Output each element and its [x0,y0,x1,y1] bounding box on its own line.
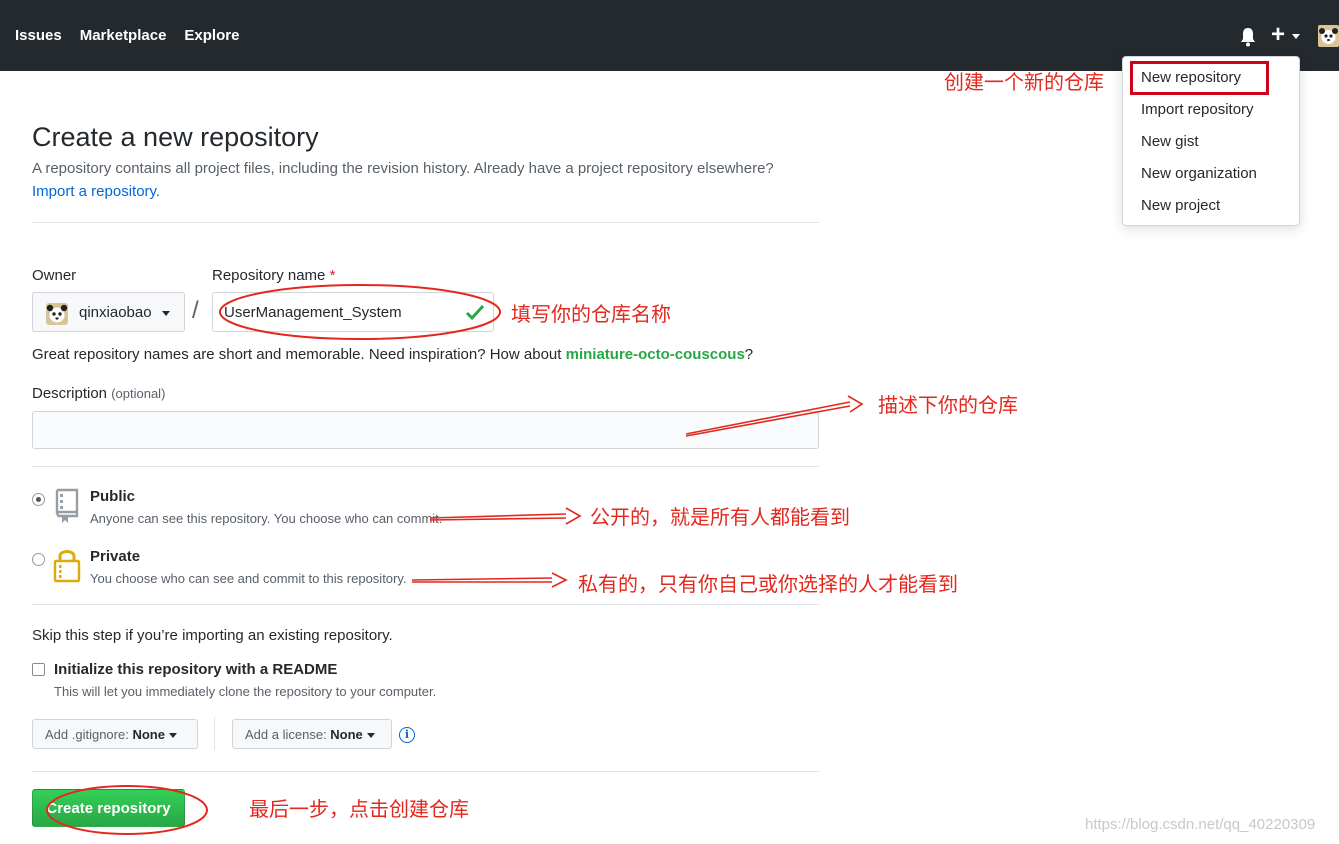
private-radio[interactable] [32,553,45,566]
license-select[interactable]: Add a license: None [232,719,392,749]
license-value: None [330,727,363,742]
optional-tag: (optional) [111,386,166,401]
owner-label: Owner [32,267,77,284]
annotation-create: 最后一步，点击创建仓库 [249,797,469,821]
public-radio[interactable] [32,493,45,506]
chevron-down-icon[interactable] [1292,34,1300,39]
create-repository-button[interactable]: Create repository [32,789,185,827]
required-mark: * [329,267,336,284]
owner-repo-separator: / [192,297,199,324]
private-note: You choose who can see and commit to thi… [90,571,407,586]
private-title: Private [90,548,141,565]
private-arrow [411,572,568,588]
description-label-text: Description [32,385,108,402]
info-icon[interactable]: i [399,727,415,743]
header-nav: Issues Marketplace Explore [15,27,257,44]
description-input[interactable] [32,411,819,449]
menu-item-new-gist[interactable]: New gist [1141,133,1199,150]
menu-item-new-repository[interactable]: New repository [1141,69,1241,86]
divider [32,771,819,772]
repo-name-label-text: Repository name [212,267,326,284]
page-title: Create a new repository [32,122,319,152]
nav-issues-link[interactable]: Issues [15,27,62,44]
gitignore-prefix: Add .gitignore: [45,727,133,742]
page-subtitle: A repository contains all project files,… [32,160,774,177]
annotation-new-repo: 创建一个新的仓库 [944,70,1104,94]
menu-item-new-project[interactable]: New project [1141,197,1220,214]
readme-checkbox[interactable] [32,663,45,676]
public-note: Anyone can see this repository. You choo… [90,511,443,526]
gitignore-select[interactable]: Add .gitignore: None [32,719,198,749]
plus-icon[interactable]: + [1271,23,1285,47]
check-icon [465,304,485,321]
import-repository-link[interactable]: Import a repository. [32,183,160,200]
repo-book-icon [55,488,79,523]
lock-icon [53,550,81,583]
skip-text: Skip this step if you’re importing an ex… [32,627,393,644]
nav-marketplace-link[interactable]: Marketplace [80,27,167,44]
public-title: Public [90,488,136,505]
owner-avatar [46,303,68,325]
watermark: https://blog.csdn.net/qq_40220309 [1085,816,1316,833]
divider [32,604,819,605]
avatar[interactable] [1318,25,1339,47]
bell-icon[interactable] [1239,27,1257,47]
readme-label[interactable]: Initialize this repository with a README [54,661,337,678]
menu-item-import-repository[interactable]: Import repository [1141,101,1254,118]
annotation-description: 描述下你的仓库 [878,393,1018,417]
owner-select[interactable]: qinxiaobao [32,292,185,332]
hint-suffix: ? [744,346,754,363]
public-arrow [429,507,582,525]
readme-note: This will let you immediately clone the … [54,684,437,699]
name-suggestion-link[interactable]: miniature-octo-couscous [566,346,745,363]
chevron-down-icon [162,311,170,316]
menu-item-new-organization[interactable]: New organization [1141,165,1257,182]
repository-name-input[interactable] [212,292,494,332]
license-prefix: Add a license: [245,727,331,742]
divider [32,222,819,223]
chevron-down-icon [366,733,375,739]
gitignore-value: None [132,727,165,742]
annotation-repo-name: 填写你的仓库名称 [511,302,671,326]
name-hint: Great repository names are short and mem… [32,346,753,363]
hint-prefix: Great repository names are short and mem… [32,346,566,363]
create-new-dropdown: New repository Import repository New gis… [1122,56,1300,226]
chevron-down-icon [168,733,177,739]
description-label: Description (optional) [32,385,165,402]
divider [32,466,819,467]
vertical-divider [214,717,215,750]
owner-name: qinxiaobao [79,304,152,321]
nav-explore-link[interactable]: Explore [184,27,239,44]
annotation-public: 公开的，就是所有人都能看到 [590,505,850,529]
repo-name-label: Repository name * [212,267,335,284]
annotation-private: 私有的，只有你自己或你选择的人才能看到 [578,572,958,596]
